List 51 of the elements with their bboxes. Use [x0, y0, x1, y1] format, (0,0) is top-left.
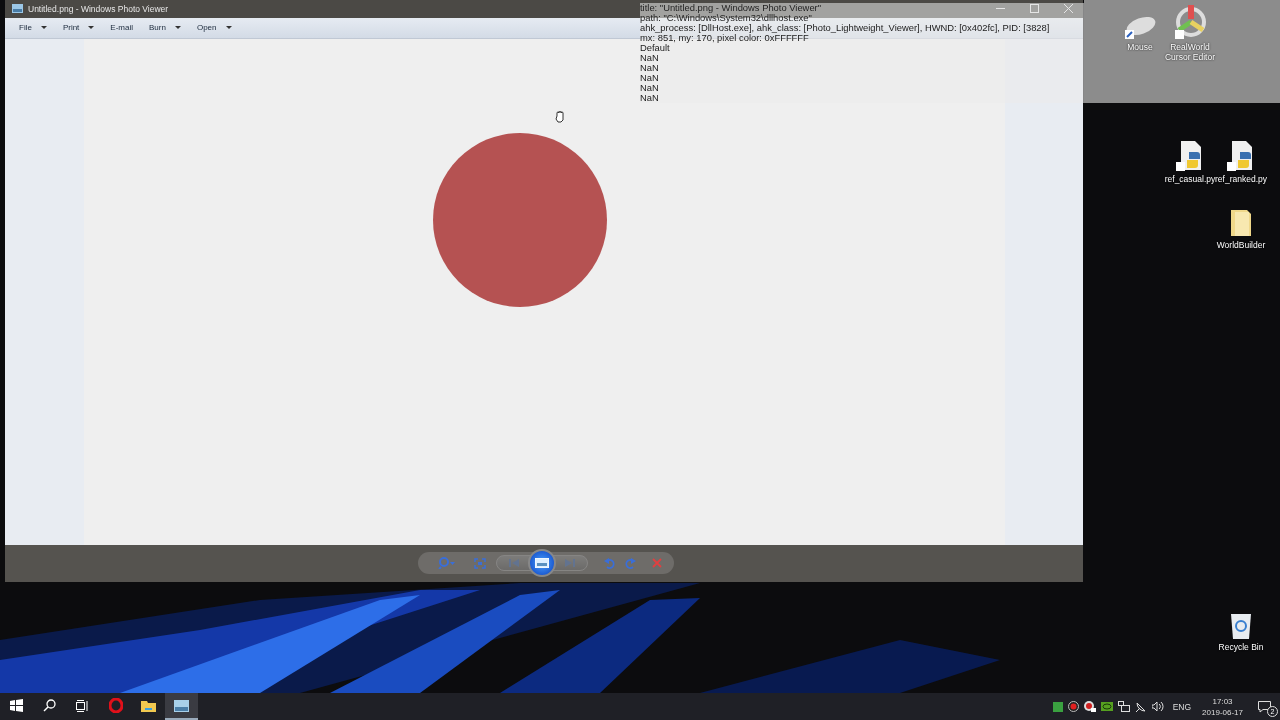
hand-cursor-icon	[555, 110, 565, 123]
record-icon[interactable]	[1067, 701, 1079, 712]
slideshow-button[interactable]	[528, 549, 556, 578]
record-app-icon[interactable]	[1083, 700, 1096, 713]
taskbar-button[interactable]	[165, 693, 198, 720]
desktop-icon-label[interactable]: ref_casual.py	[1164, 174, 1216, 184]
menu-button[interactable]: File	[13, 21, 53, 35]
tooltip-line: NaN	[640, 93, 659, 103]
menu-button[interactable]: Burn	[143, 21, 187, 35]
tooltip-line: path: "C:\Windows\System32\dllhost.exe"	[640, 13, 812, 23]
tooltip-line: NaN	[640, 83, 659, 93]
next-icon	[565, 559, 575, 568]
window-title: Untitled.png - Windows Photo Viewer	[28, 3, 169, 14]
language-indicator[interactable]: ENG	[1172, 701, 1192, 712]
previous-icon	[509, 559, 519, 568]
photo-viewer-icon	[174, 699, 189, 712]
notification-icon[interactable]	[1258, 700, 1271, 713]
clock-date[interactable]: 2019-06-17	[1202, 706, 1243, 718]
task-view-icon	[76, 699, 89, 712]
tooltip-line: NaN	[640, 63, 659, 73]
desktop-icon-label[interactable]: Recycle Bin	[1218, 642, 1264, 652]
photo-viewer-icon	[12, 4, 23, 14]
tooltip-line: Default	[640, 43, 670, 53]
picture-frame-icon	[535, 558, 549, 569]
h-app-icon[interactable]	[1052, 701, 1063, 712]
opera-icon	[108, 698, 123, 713]
volume-icon[interactable]	[1151, 701, 1164, 712]
menu-button[interactable]: Open	[190, 21, 238, 35]
tooltip-line: mx: 851, my: 170, pixel color: 0xFFFFFF	[640, 33, 809, 43]
network-icon[interactable]	[1117, 700, 1130, 713]
caret-icon	[88, 26, 95, 30]
menu-button[interactable]: E-mail	[104, 21, 139, 35]
search-icon	[43, 699, 56, 712]
tooltip-line: title: "Untitled.png - Windows Photo Viewer"	[640, 3, 822, 13]
tooltip-line: NaN	[640, 73, 659, 83]
caret-icon	[225, 26, 232, 30]
tooltip-line: NaN	[640, 53, 659, 63]
menu-button[interactable]: Print	[56, 21, 101, 35]
desktop-icon-label[interactable]: WorldBuilder	[1216, 240, 1266, 250]
folder-icon	[141, 699, 156, 712]
mouse-icon[interactable]	[1123, 14, 1157, 40]
clock-time[interactable]: 17:03	[1212, 695, 1233, 707]
caret-icon	[40, 26, 47, 30]
tooltip-line: ahk_process: [DllHost.exe], ahk_class: [Photo_Lightweight_Viewer], HWND: [0x402fc], PID: [3828]	[640, 23, 1050, 33]
windows-logo-icon	[10, 699, 23, 712]
caret-icon	[174, 26, 181, 30]
satellite-icon[interactable]	[1134, 700, 1147, 713]
cursor-editor-icon[interactable]	[1173, 4, 1207, 40]
nvidia-icon[interactable]	[1100, 702, 1113, 711]
folder-icon[interactable]	[1229, 208, 1253, 238]
desktop-icon-label[interactable]: ref_ranked.py	[1215, 174, 1267, 184]
